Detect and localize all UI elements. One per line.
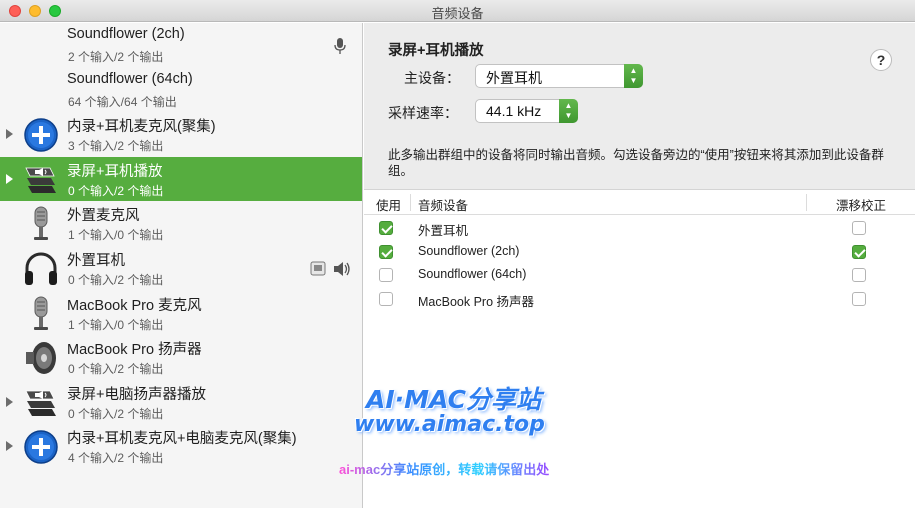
select-arrows-icon: ▲ ▼ [559, 99, 578, 123]
device-name: 录屏+耳机播放 [67, 163, 163, 180]
device-row[interactable]: 录屏+耳机播放 0 个输入/2 个输出 [0, 156, 362, 202]
drift-correction-checkbox[interactable] [852, 268, 866, 282]
window-title: 音频设备 [431, 6, 484, 21]
device-row[interactable]: 录屏+电脑扬声器播放 0 个输入/2 个输出 [0, 380, 362, 425]
speaker-icon [22, 340, 60, 376]
device-name: 外置麦克风 [67, 208, 140, 225]
device-io-count: 1 个输入/0 个输出 [68, 317, 164, 332]
watermark-title: AI·MAC分享站 [366, 385, 541, 414]
master-device-value: 外置耳机 [486, 70, 542, 86]
title-bar: 音频设备 [0, 0, 915, 22]
column-header-drift[interactable]: 漂移校正 [836, 195, 886, 214]
sample-rate-value: 44.1 kHz [486, 103, 542, 119]
sample-rate-select[interactable]: 44.1 kHz ▲ ▼ [475, 99, 578, 123]
headphones-icon [22, 251, 60, 287]
column-divider [806, 194, 807, 211]
device-io-count: 0 个输入/2 个输出 [68, 273, 164, 287]
device-row[interactable]: 外置麦克风 1 个输入/0 个输出 [0, 201, 362, 246]
disclosure-triangle-icon[interactable] [6, 129, 13, 140]
multi-output-icon [22, 162, 60, 198]
device-name: 录屏+电脑扬声器播放 [67, 386, 206, 403]
use-checkbox[interactable] [379, 221, 393, 235]
microphone-icon [22, 296, 60, 332]
device-row[interactable]: 外置耳机 0 个输入/2 个输出 [0, 246, 362, 291]
master-device-label: 主设备： [404, 70, 460, 86]
drift-correction-checkbox[interactable] [852, 244, 866, 259]
column-header-use[interactable]: 使用 [376, 195, 401, 214]
device-io-count: 0 个输入/2 个输出 [68, 362, 164, 377]
audio-device-name: MacBook Pro 扬声器 [418, 294, 535, 309]
device-name: Soundflower (2ch) [67, 26, 185, 42]
table-row: 外置耳机 [364, 217, 915, 240]
device-io-count: 3 个输入/2 个输出 [68, 139, 164, 154]
column-header-device[interactable]: 音频设备 [418, 195, 468, 214]
table-row: Soundflower (2ch) [364, 241, 915, 264]
device-io-count: 0 个输入/2 个输出 [68, 183, 164, 198]
group-description: 此多输出群组中的设备将同时输出音频。勾选设备旁边的“使用”按钮来将其添加到此设备… [388, 148, 884, 178]
device-io-count: 4 个输入/2 个输出 [68, 451, 164, 466]
aggregate-plus-icon [22, 117, 60, 153]
device-io-count: 1 个输入/0 个输出 [68, 228, 164, 243]
drift-correction-checkbox[interactable] [852, 291, 866, 306]
device-name: Soundflower (64ch) [67, 70, 193, 87]
device-name: 内录+耳机麦克风+电脑麦克风(聚集) [67, 431, 297, 448]
device-name: MacBook Pro 麦克风 [67, 297, 202, 314]
device-row[interactable]: 内录+耳机麦克风+电脑麦克风(聚集) 4 个输入/2 个输出 [0, 424, 362, 469]
device-io-count: 2 个输入/2 个输出 [68, 50, 164, 64]
disclosure-triangle-icon[interactable] [6, 396, 13, 407]
column-divider [410, 194, 411, 211]
use-checkbox[interactable] [379, 244, 393, 259]
multi-output-icon [22, 385, 60, 421]
device-row[interactable]: MacBook Pro 扬声器 0 个输入/2 个输出 [0, 335, 362, 380]
sample-rate-label: 采样速率： [388, 105, 458, 121]
watermark-notice: ai-mac分享站原创，转载请保留出处 [339, 459, 549, 478]
device-title: 录屏+耳机播放 [388, 43, 484, 59]
disclosure-triangle-icon[interactable] [6, 441, 13, 452]
microphone-icon [22, 206, 60, 242]
table-header: 使用 音频设备 漂移校正 [364, 190, 915, 215]
use-checkbox[interactable] [379, 291, 393, 306]
device-list[interactable]: Soundflower (2ch) 2 个输入/2 个输出 Soundflower … [0, 23, 363, 508]
master-device-select[interactable]: 外置耳机 ▲ ▼ [475, 64, 643, 88]
device-name: 外置耳机 [67, 253, 125, 269]
watermark-url: www.aimac.top [354, 412, 545, 437]
help-button[interactable]: ? [870, 49, 892, 71]
device-row[interactable]: Soundflower (2ch) 2 个输入/2 个输出 [0, 23, 362, 68]
audio-device-name: Soundflower (64ch) [418, 267, 527, 281]
aggregate-plus-icon [22, 429, 60, 465]
use-checkbox[interactable] [379, 268, 393, 282]
drift-correction-checkbox[interactable] [852, 221, 866, 235]
device-row[interactable]: Soundflower (64ch) 64 个输入/64 个输出 [0, 68, 362, 113]
device-name: 内录+耳机麦克风(聚集) [67, 119, 216, 136]
audio-device-name: 外置耳机 [418, 224, 469, 238]
table-row: MacBook Pro 扬声器 [364, 288, 915, 311]
device-io-count: 64 个输入/64 个输出 [68, 94, 177, 109]
device-io-count: 0 个输入/2 个输出 [68, 406, 164, 421]
device-name: MacBook Pro 扬声器 [67, 342, 202, 359]
mic-icon [334, 38, 346, 54]
device-row[interactable]: 内录+耳机麦克风(聚集) 3 个输入/2 个输出 [0, 112, 362, 157]
disclosure-triangle-icon[interactable] [6, 173, 13, 184]
table-row: Soundflower (64ch) [364, 264, 915, 287]
audio-device-name: Soundflower (2ch) [418, 243, 520, 258]
output-speaker-icon [310, 261, 350, 276]
select-arrows-icon: ▲ ▼ [624, 64, 643, 88]
device-row[interactable]: MacBook Pro 麦克风 1 个输入/0 个输出 [0, 291, 362, 336]
